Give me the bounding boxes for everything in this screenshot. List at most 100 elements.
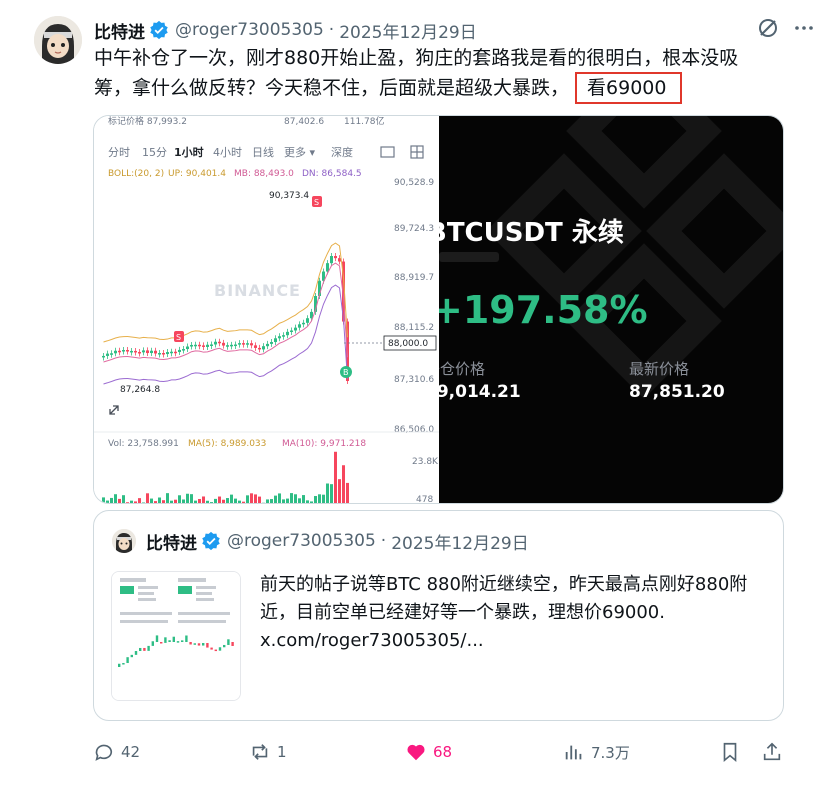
thumb-candle xyxy=(126,657,129,664)
volume-bar xyxy=(222,499,225,503)
quoted-tweet[interactable]: 比特进 @roger73005305 · 2025年12月29日 前天的帖子说等… xyxy=(93,510,784,721)
volume-bar xyxy=(262,502,265,503)
kline-chart-image: 标记价格 87,993.2 87,402.6 111.78亿 分时 15分 1小… xyxy=(94,116,439,503)
chart-settings-icon xyxy=(380,146,395,158)
tweet-text-line1: 中午补仓了一次，刚才880开始止盈，狗庄的套路我是看的很明白，根本没吸 xyxy=(94,47,739,69)
boll-mb: MB: 88,493.0 xyxy=(234,169,294,179)
chart-tab-4: 日线 xyxy=(252,145,274,159)
views-icon xyxy=(565,745,582,760)
candle xyxy=(118,350,121,353)
candle xyxy=(106,353,109,356)
volume-bar xyxy=(318,494,321,503)
candle xyxy=(290,330,293,332)
volume-bar xyxy=(178,495,181,503)
like-button[interactable]: 68 xyxy=(405,736,452,768)
volume-bar xyxy=(166,493,169,503)
chart-tab-2: 1小时 xyxy=(174,145,204,159)
candle xyxy=(258,347,261,350)
volume-bar xyxy=(170,500,173,503)
candle xyxy=(226,345,229,347)
thumb-candle xyxy=(197,643,201,646)
reply-button[interactable]: 42 xyxy=(93,736,140,768)
author-handle[interactable]: @roger73005305 xyxy=(175,20,324,40)
vol-ma5: MA(5): 8,989.033 xyxy=(188,439,266,449)
thumb-candle xyxy=(151,641,154,646)
author-name[interactable]: 比特进 xyxy=(94,18,145,43)
thumb-candle xyxy=(227,639,230,645)
volume-bar xyxy=(122,495,125,503)
volume-bar xyxy=(322,494,325,503)
thumb-candle xyxy=(155,635,159,642)
boll-up: UP: 90,401.4 xyxy=(168,169,226,179)
repost-icon xyxy=(252,744,268,760)
expand-icon[interactable] xyxy=(109,405,119,415)
volume-bar xyxy=(234,498,237,503)
chart-top-info-1: 87,402.6 xyxy=(284,117,324,127)
entry-price-label: 开仓价格 xyxy=(439,360,486,378)
thumb-candle xyxy=(143,647,146,651)
quote-header: 比特进 @roger73005305 · 2025年12月29日 xyxy=(146,529,529,554)
volume-bar xyxy=(218,496,221,503)
card-subtitle-blur xyxy=(439,252,499,262)
reply-count: 42 xyxy=(121,743,141,761)
volume-bar xyxy=(146,493,149,503)
tweet-text-line2: 筹，拿什么做反转？今天稳不住，后面就是超级大暴跌， 看69000 xyxy=(94,72,814,104)
volume-bar xyxy=(274,495,277,503)
boll-indicator-line: BOLL:(20, 2) UP: 90,401.4 MB: 88,493.0 D… xyxy=(108,169,362,179)
bookmark-icon xyxy=(723,742,737,763)
repost-count: 1 xyxy=(277,743,287,761)
volume-bar xyxy=(290,493,293,503)
volume-bar xyxy=(130,500,133,503)
thumb-candle xyxy=(185,635,188,642)
repost-button[interactable]: 1 xyxy=(249,736,287,768)
like-count: 68 xyxy=(433,743,453,761)
candle xyxy=(166,352,169,355)
boll-label: BOLL:(20, 2) xyxy=(108,169,164,179)
volume-bar xyxy=(258,496,261,503)
volume-bar xyxy=(342,465,345,503)
quote-author-avatar[interactable] xyxy=(112,529,136,553)
price-tick: 89,724.3 xyxy=(394,224,434,234)
separator: · xyxy=(328,20,335,40)
like-icon xyxy=(407,744,425,761)
quote-thumbnail[interactable] xyxy=(111,571,241,701)
bookmark-button[interactable] xyxy=(719,736,741,768)
thumb-candle xyxy=(134,651,138,655)
tweet-date[interactable]: 2025年12月29日 xyxy=(339,18,477,43)
candle xyxy=(334,256,337,259)
price-tick: 88,115.2 xyxy=(394,323,434,333)
candle xyxy=(306,318,309,323)
candle xyxy=(294,327,297,331)
volume-bar xyxy=(302,495,305,503)
watermark: BINANCE xyxy=(214,281,301,300)
candle xyxy=(142,350,145,353)
share-button[interactable] xyxy=(761,736,783,768)
volume-bar xyxy=(330,484,333,503)
candle xyxy=(278,336,281,339)
thumb-candle xyxy=(202,643,205,646)
sell-marker-1-text: S xyxy=(176,333,181,342)
more-icon[interactable] xyxy=(792,16,816,40)
author-avatar[interactable] xyxy=(34,16,82,64)
volume-bar xyxy=(270,499,273,503)
tweet-media[interactable]: 标记价格 87,993.2 87,402.6 111.78亿 分时 15分 1小… xyxy=(93,115,784,504)
candle xyxy=(206,344,209,347)
volume-bar xyxy=(174,499,177,503)
volume-bar xyxy=(126,502,129,503)
volume-bar xyxy=(242,501,245,503)
vol-tick-high: 23.8K xyxy=(412,457,439,467)
volume-bar xyxy=(182,499,185,503)
candle xyxy=(170,351,173,354)
views-button[interactable]: 7.3万 xyxy=(563,736,630,768)
grok-icon[interactable] xyxy=(756,16,780,40)
thumb-candle xyxy=(168,640,171,642)
volume-bar xyxy=(162,500,165,503)
volume-bar xyxy=(230,494,233,503)
vol-ma10: MA(10): 9,971.218 xyxy=(282,439,366,449)
thumb-candle xyxy=(176,641,180,643)
thumb-candle xyxy=(223,644,226,648)
thumb-candle xyxy=(210,647,213,650)
volume-bar xyxy=(278,493,281,503)
chart-tab-3: 4小时 xyxy=(213,146,242,159)
candle xyxy=(130,350,133,353)
